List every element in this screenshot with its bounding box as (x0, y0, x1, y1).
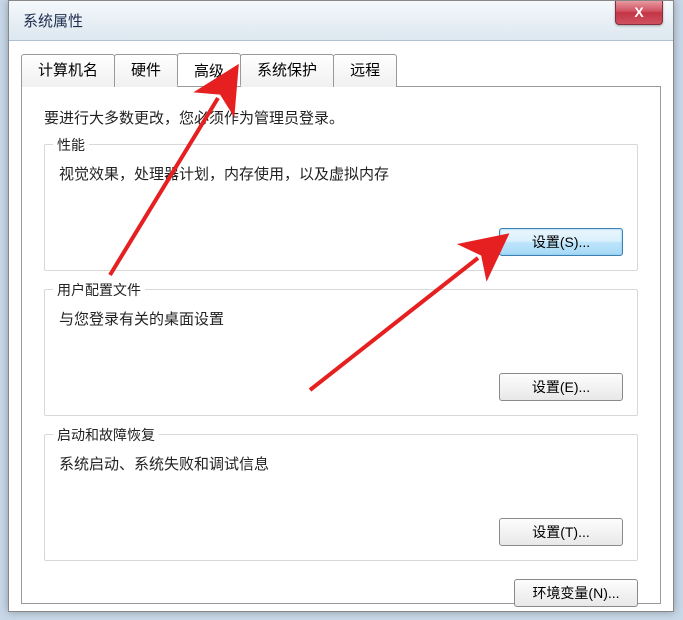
tab-system-protection[interactable]: 系统保护 (240, 54, 334, 87)
user-profiles-group: 用户配置文件 与您登录有关的桌面设置 设置(E)... (44, 289, 638, 416)
advanced-panel: 要进行大多数更改，您必须作为管理员登录。 性能 视觉效果，处理器计划，内存使用，… (21, 86, 661, 604)
performance-group: 性能 视觉效果，处理器计划，内存使用，以及虚拟内存 设置(S)... (44, 144, 638, 271)
environment-variables-button[interactable]: 环境变量(N)... (514, 579, 638, 607)
admin-notice: 要进行大多数更改，您必须作为管理员登录。 (44, 107, 638, 128)
user-profiles-desc: 与您登录有关的桌面设置 (59, 308, 623, 329)
startup-recovery-title: 启动和故障恢复 (53, 425, 159, 445)
tab-advanced[interactable]: 高级 (177, 53, 241, 86)
window-title: 系统属性 (23, 10, 83, 31)
startup-recovery-group: 启动和故障恢复 系统启动、系统失败和调试信息 设置(T)... (44, 434, 638, 561)
close-button[interactable]: X (615, 1, 663, 25)
tab-strip: 计算机名 硬件 高级 系统保护 远程 (21, 53, 661, 86)
tab-remote[interactable]: 远程 (333, 54, 397, 87)
tab-computer-name[interactable]: 计算机名 (21, 54, 115, 87)
close-icon: X (634, 4, 643, 20)
content-area: 计算机名 硬件 高级 系统保护 远程 要进行大多数更改，您必须作为管理员登录。 … (9, 41, 673, 604)
user-profiles-settings-button[interactable]: 设置(E)... (499, 373, 623, 401)
startup-recovery-settings-button[interactable]: 设置(T)... (499, 518, 623, 546)
performance-desc: 视觉效果，处理器计划，内存使用，以及虚拟内存 (59, 163, 623, 184)
titlebar: 系统属性 X (9, 1, 673, 41)
system-properties-window: 系统属性 X 计算机名 硬件 高级 系统保护 远程 要进行大多数更改，您必须作为… (8, 0, 674, 612)
tab-hardware[interactable]: 硬件 (114, 54, 178, 87)
user-profiles-title: 用户配置文件 (53, 280, 145, 300)
performance-settings-button[interactable]: 设置(S)... (499, 228, 623, 256)
performance-title: 性能 (53, 135, 89, 155)
startup-recovery-desc: 系统启动、系统失败和调试信息 (59, 453, 623, 474)
